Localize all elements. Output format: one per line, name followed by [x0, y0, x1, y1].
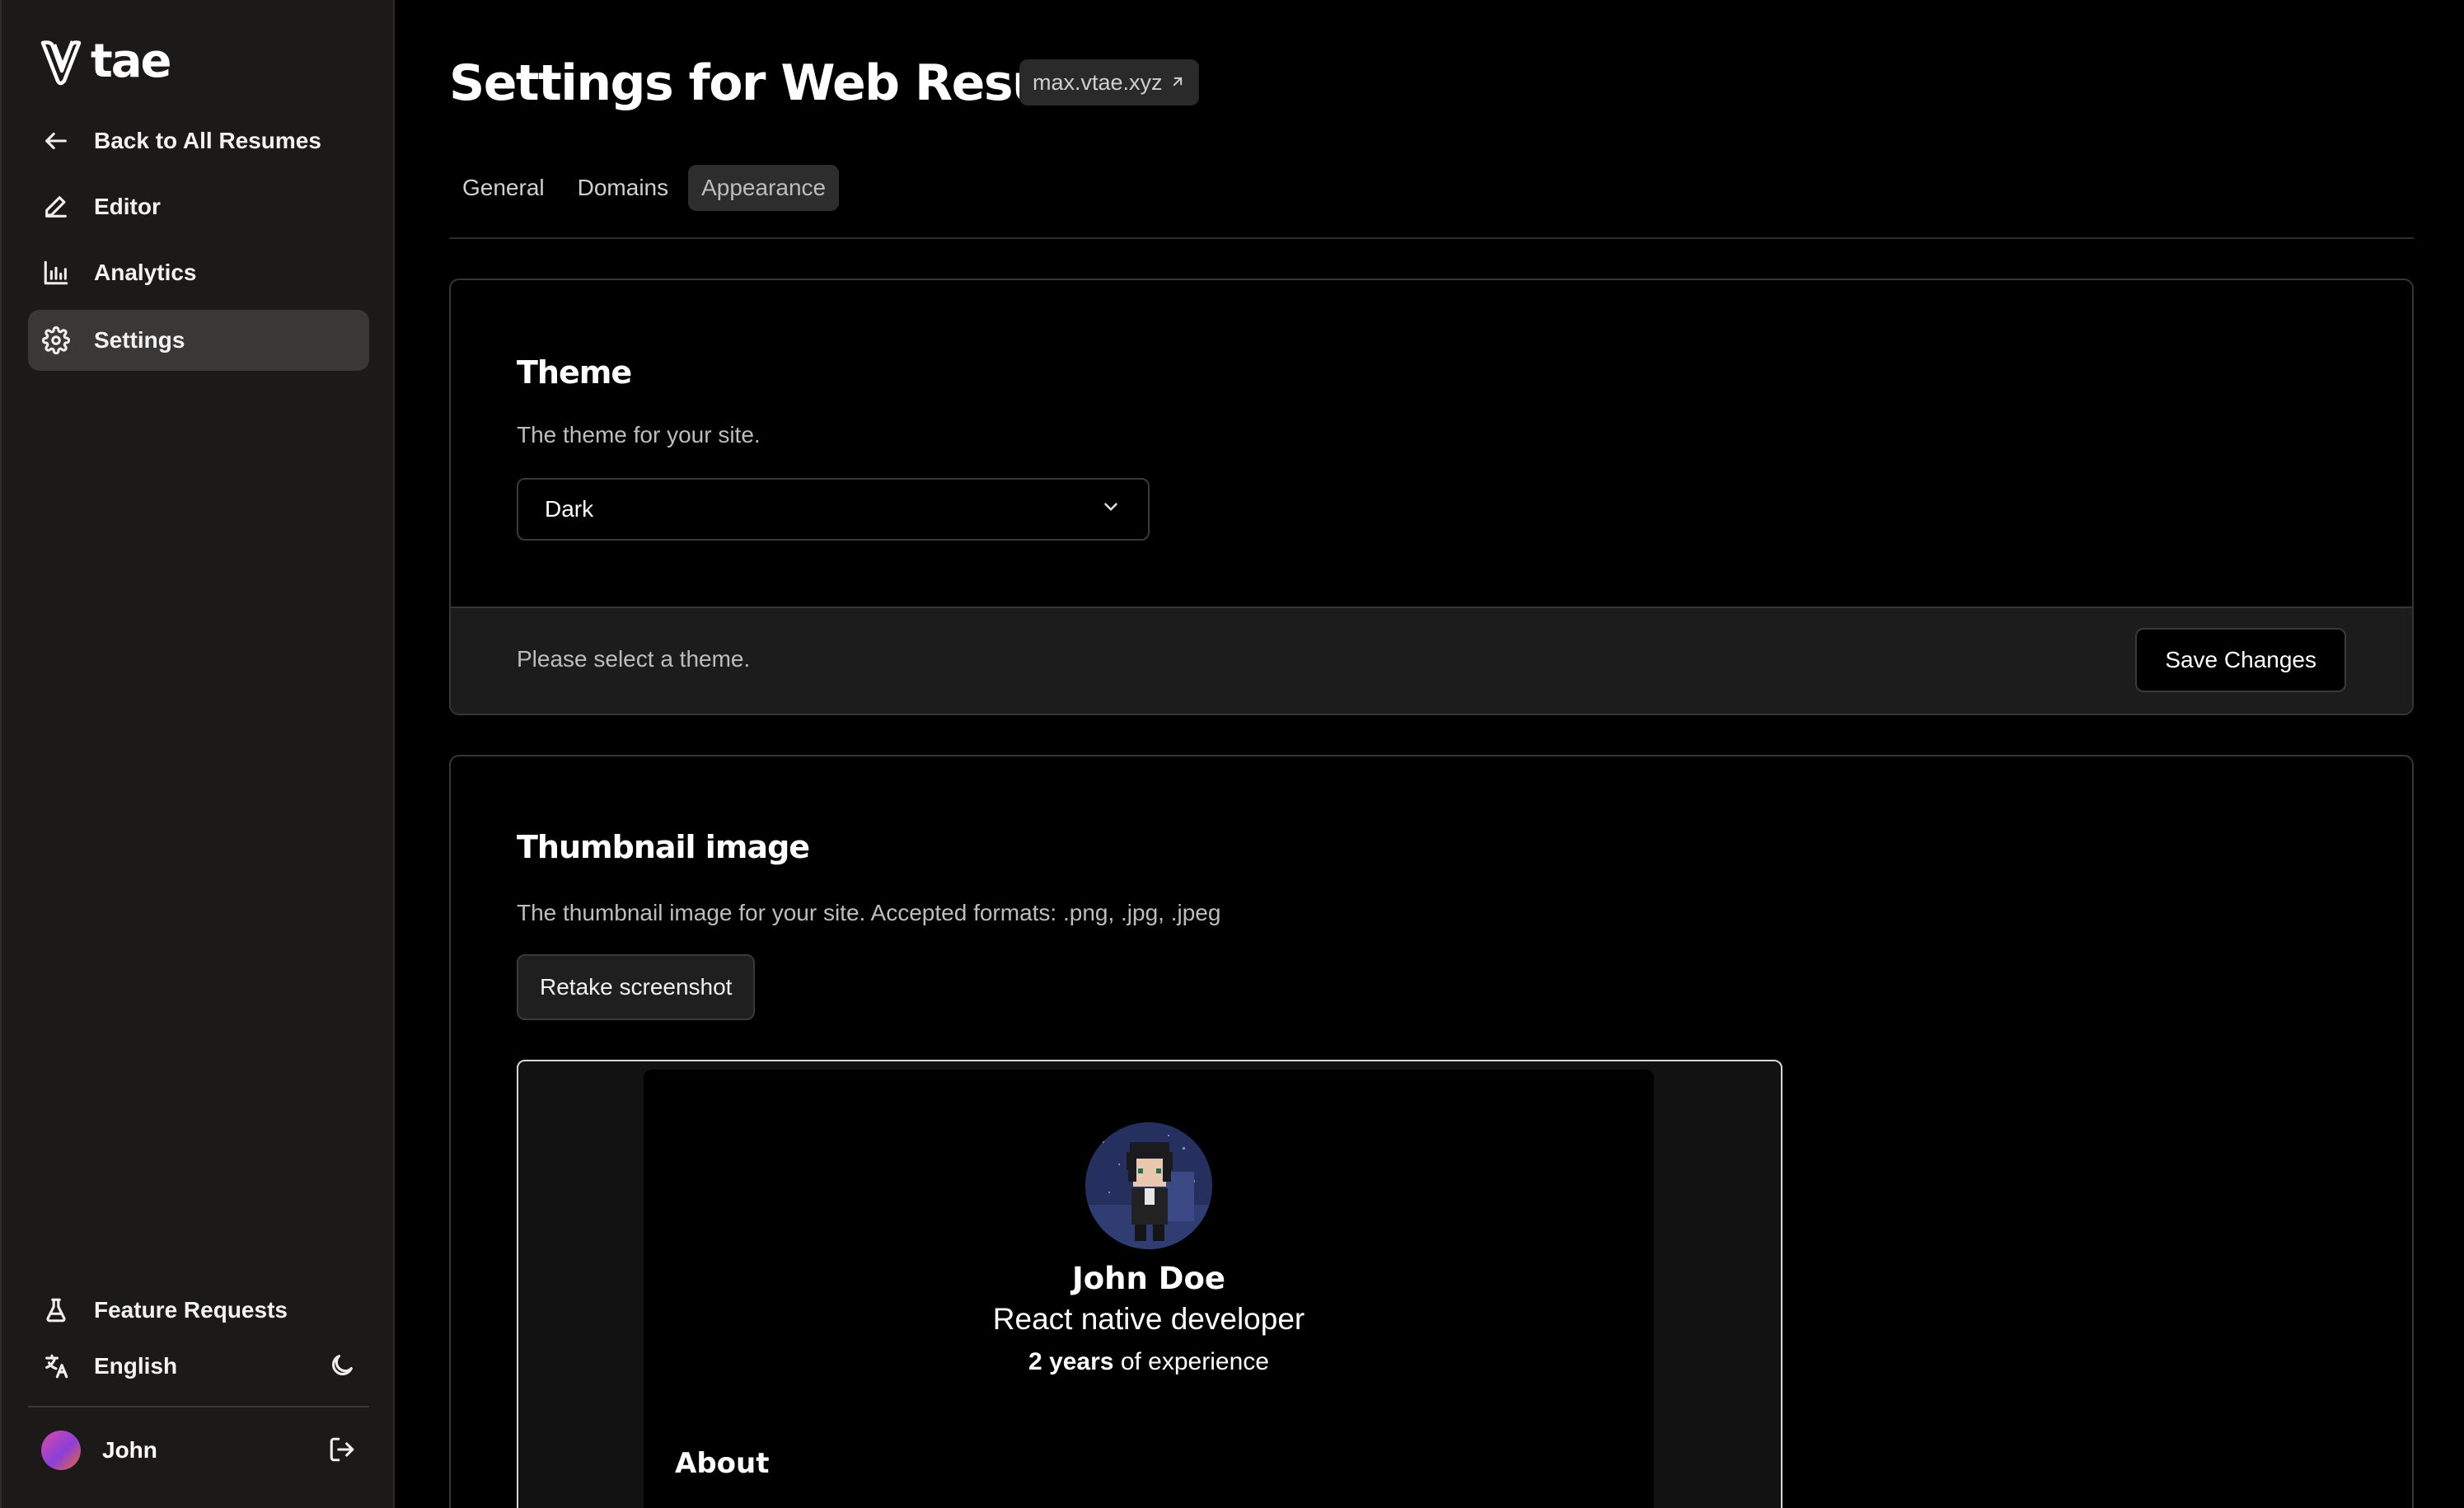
- retake-screenshot-button[interactable]: Retake screenshot: [517, 954, 756, 1020]
- profile-avatar: [1085, 1122, 1212, 1249]
- brand-wordmark: tae: [91, 35, 172, 88]
- profile-role: React native developer: [992, 1302, 1305, 1336]
- sidebar-item-label: Back to All Resumes: [94, 128, 321, 153]
- sidebar-item-editor[interactable]: Editor: [28, 176, 369, 237]
- theme-footer-note: Please select a theme.: [517, 646, 751, 672]
- theme-card: Theme The theme for your site. Dark Plea…: [449, 279, 2414, 715]
- tab-general[interactable]: General: [449, 165, 558, 211]
- profile-name: John Doe: [1072, 1261, 1225, 1296]
- bar-chart-icon: [41, 258, 71, 288]
- profile-experience: 2 years of experience: [644, 1348, 1654, 1376]
- flask-icon: [41, 1295, 71, 1325]
- theme-description: The theme for your site.: [517, 422, 761, 447]
- language-selector[interactable]: English: [28, 1342, 369, 1391]
- avatar: [41, 1431, 81, 1470]
- thumbnail-description: The thumbnail image for your site. Accep…: [517, 900, 1221, 925]
- feature-requests-label: Feature Requests: [94, 1297, 288, 1323]
- save-changes-button[interactable]: Save Changes: [2135, 628, 2346, 692]
- experience-years: 2 years: [1028, 1348, 1114, 1375]
- brand-logo[interactable]: tae: [40, 35, 172, 88]
- sidebar-item-label: Editor: [94, 194, 161, 219]
- theme-select[interactable]: Dark: [517, 478, 1150, 541]
- arrow-left-icon: [41, 126, 71, 156]
- chevron-down-icon: [1100, 496, 1122, 523]
- thumbnail-preview: John Doe React native developer 2 years …: [517, 1060, 1782, 1508]
- language-label: English: [94, 1353, 178, 1379]
- user-profile[interactable]: John: [28, 1426, 369, 1475]
- moon-icon[interactable]: [328, 1351, 356, 1385]
- sidebar-item-back-to-all-resumes[interactable]: Back to All Resumes: [28, 110, 369, 171]
- thumbnail-title: Thumbnail image: [517, 829, 810, 865]
- sidebar: tae Back to All Resumes Editor Analytics: [0, 0, 395, 1508]
- thumbnail-card: Thumbnail image The thumbnail image for …: [449, 755, 2414, 1508]
- sidebar-item-label: Analytics: [94, 260, 197, 285]
- feature-requests-link[interactable]: Feature Requests: [28, 1286, 369, 1335]
- app-root: tae Back to All Resumes Editor Analytics: [0, 0, 2464, 1508]
- theme-title: Theme: [517, 354, 632, 391]
- tab-appearance[interactable]: Appearance: [688, 165, 840, 211]
- translate-icon: [41, 1351, 71, 1381]
- domain-link[interactable]: max.vtae.xyz: [1019, 59, 1199, 105]
- theme-card-footer: Please select a theme. Save Changes: [451, 606, 2412, 714]
- thumbnail-preview-page: John Doe React native developer 2 years …: [644, 1070, 1654, 1508]
- sidebar-item-analytics[interactable]: Analytics: [28, 242, 369, 303]
- user-name: John: [102, 1437, 157, 1463]
- external-link-icon: [1169, 70, 1186, 96]
- tab-domains[interactable]: Domains: [564, 165, 682, 211]
- logout-icon[interactable]: [328, 1435, 356, 1469]
- settings-tabs: General Domains Appearance: [449, 165, 840, 211]
- sidebar-item-label: Settings: [94, 327, 185, 353]
- theme-select-value: Dark: [545, 496, 594, 522]
- domain-label: max.vtae.xyz: [1033, 69, 1163, 95]
- v-logo-icon: [40, 40, 82, 86]
- about-heading: About: [675, 1447, 770, 1480]
- gear-icon: [41, 325, 71, 355]
- main-content: Settings for Web Resume max.vtae.xyz Gen…: [395, 0, 2464, 1508]
- tabs-divider: [449, 237, 2414, 239]
- pencil-icon: [41, 192, 71, 222]
- sidebar-item-settings[interactable]: Settings: [28, 310, 369, 371]
- experience-suffix: of experience: [1113, 1348, 1269, 1375]
- sidebar-divider: [28, 1406, 369, 1407]
